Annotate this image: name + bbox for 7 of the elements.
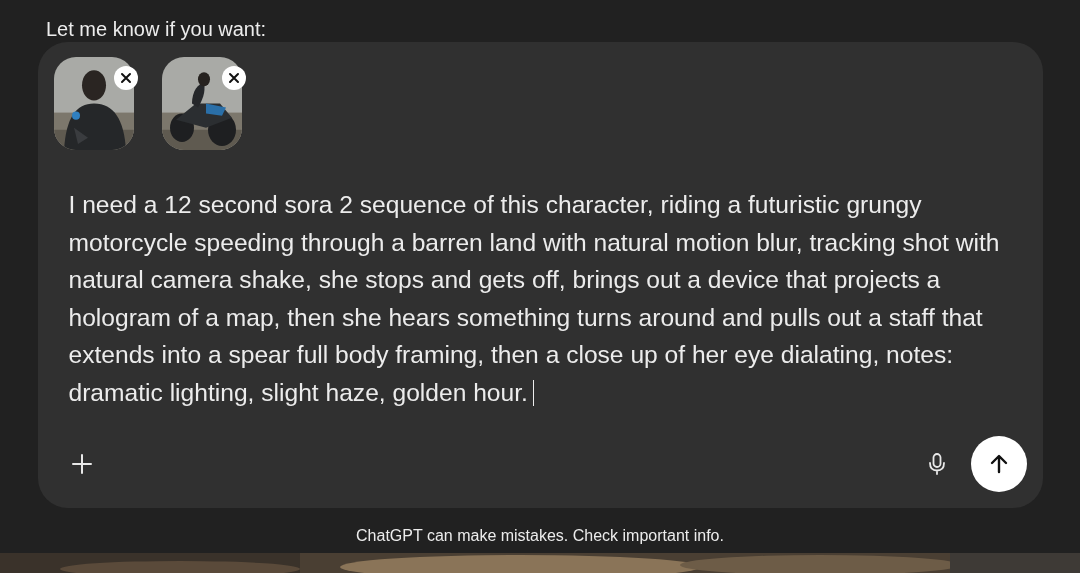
microphone-icon — [926, 452, 947, 476]
disclaimer-text: ChatGPT can make mistakes. Check important info. — [356, 526, 724, 546]
message-text: Let me know if you want: — [46, 18, 267, 40]
plus-icon — [69, 452, 94, 476]
prompt-field[interactable]: I need a 12 second sora 2 sequence of this character, riding a futuristic grungy motorcycle speeding through a barren land with natural motion blur, tracking shot with natural camera shake, she stops and gets off, brings out a device that projects a hologram of a map, then she hears something turns around and pulls out a staff that extends into a spear full body framing, then a close up of her eye dialating, notes: dramatic lighting, slight haze, golden hour. — [68, 186, 1019, 436]
close-icon — [119, 72, 132, 84]
close-icon — [227, 72, 240, 84]
